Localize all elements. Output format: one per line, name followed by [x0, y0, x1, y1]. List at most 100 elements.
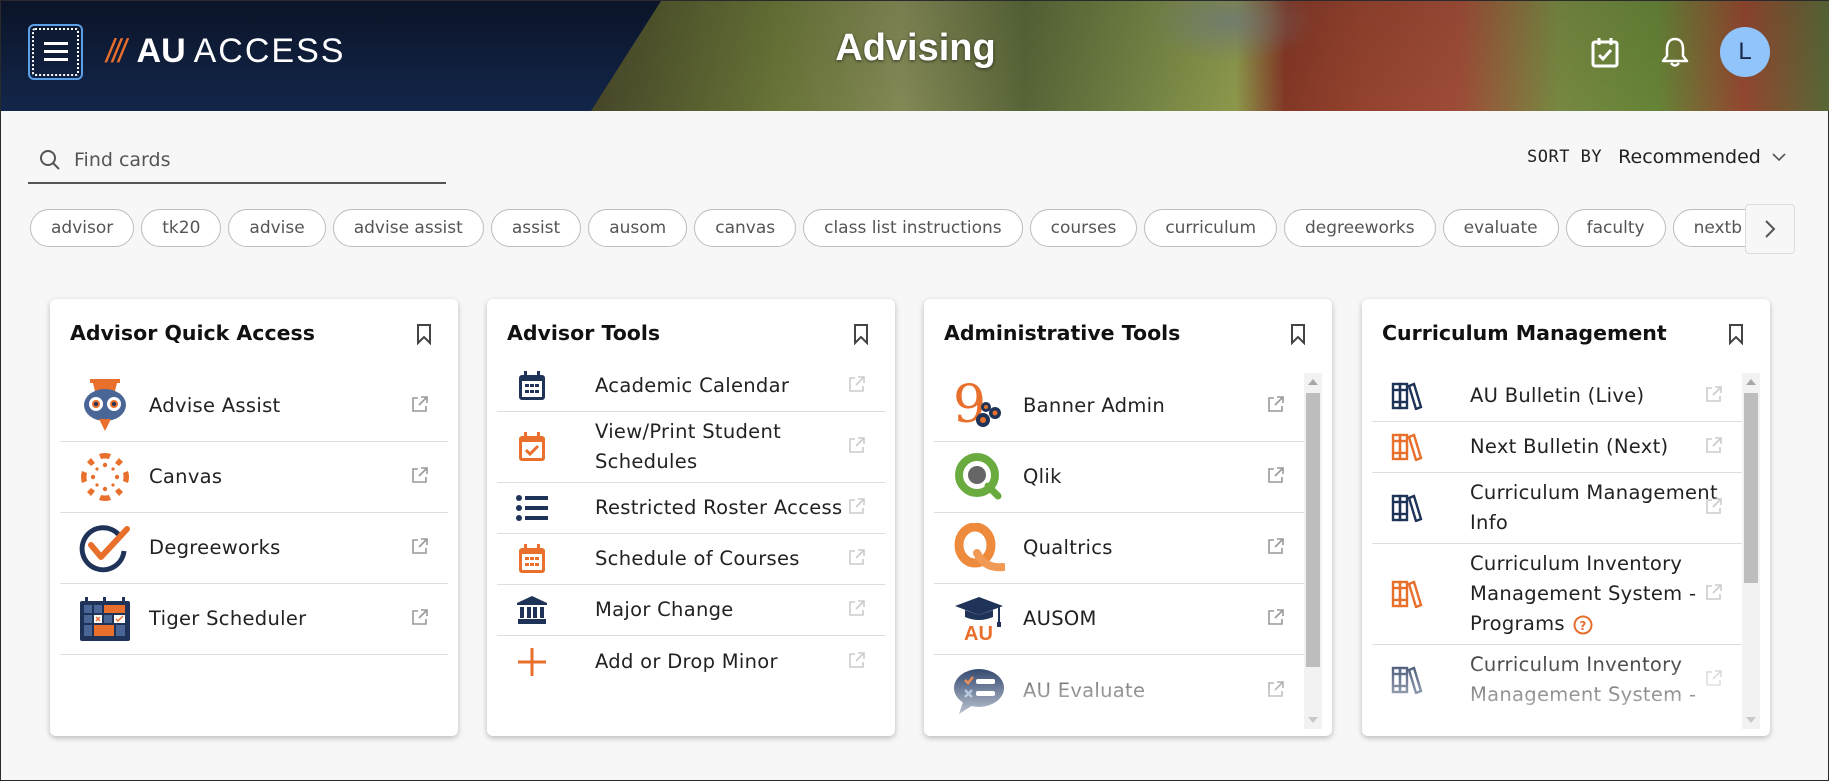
search-input[interactable]	[74, 149, 414, 171]
list-item[interactable]: Qualtrics	[934, 513, 1304, 584]
calendar-icon	[497, 544, 567, 574]
owl-icon	[75, 378, 135, 434]
tag-chip[interactable]: advise	[228, 209, 326, 247]
list-item[interactable]: Tiger Scheduler	[60, 584, 448, 655]
tag-chip[interactable]: curriculum	[1144, 209, 1278, 247]
card-curriculum-management: Curriculum Management AU Bulletin (Live)…	[1362, 299, 1770, 736]
list-item[interactable]: Curriculum Inventory Management System -	[1372, 645, 1742, 715]
list-icon	[497, 495, 567, 521]
tag-chip[interactable]: nextb	[1672, 209, 1745, 247]
tag-chip[interactable]: faculty	[1565, 209, 1666, 247]
item-label: Banner Admin	[1023, 394, 1166, 417]
tag-chip[interactable]: advise assist	[332, 209, 484, 247]
tag-chip[interactable]: canvas	[694, 209, 797, 247]
scroll-down-arrow[interactable]	[1308, 717, 1318, 723]
item-label: AUSOM	[1023, 607, 1097, 630]
external-link-icon	[1706, 670, 1722, 686]
calendar-check-icon	[1591, 38, 1619, 68]
tag-chip[interactable]: advisor	[30, 209, 135, 247]
external-link-icon	[1268, 467, 1284, 483]
list-item[interactable]: Canvas	[60, 442, 448, 513]
calendar-button[interactable]	[1588, 35, 1622, 69]
list-item[interactable]: AU Evaluate	[934, 655, 1304, 726]
list-item[interactable]: Schedule of Courses	[497, 534, 885, 585]
item-label: AU Evaluate	[1023, 678, 1146, 702]
tag-chip[interactable]: courses	[1029, 209, 1138, 247]
notifications-button[interactable]	[1658, 35, 1692, 69]
tag-chip[interactable]: tk20	[141, 209, 222, 247]
item-label: Add or Drop Minor	[595, 649, 778, 673]
list-item[interactable]: View/Print Student Schedules	[497, 412, 885, 483]
chevron-right-icon	[1765, 220, 1776, 238]
list-item[interactable]: Curriculum Inventory Management System -…	[1372, 544, 1742, 645]
list-item[interactable]: Major Change	[497, 585, 885, 636]
tags-scroll-next-button[interactable]	[1745, 204, 1795, 254]
external-link-icon	[849, 600, 865, 616]
scrollbar[interactable]	[1742, 373, 1760, 729]
card-advisor-quick-access: Advisor Quick Access Advise Assist Canva…	[50, 299, 458, 736]
list-item[interactable]: Academic Calendar	[497, 361, 885, 412]
tag-chip[interactable]: class list instructions	[803, 209, 1023, 247]
list-item[interactable]: Degreeworks	[60, 513, 448, 584]
list-item[interactable]: AU AUSOM	[934, 584, 1304, 655]
tag-filter-list: advisor tk20 advise advise assist assist auso…	[30, 209, 1745, 249]
tag-chip[interactable]: degreeworks	[1284, 209, 1436, 247]
card-link-list: 9 Banner Admin Qlik Qualtrics AU AUSOM A…	[934, 371, 1304, 726]
external-link-icon	[849, 376, 865, 392]
list-item[interactable]: 9 Banner Admin	[934, 371, 1304, 442]
qualtrics-icon	[949, 520, 1009, 576]
tag-chip[interactable]: assist	[490, 209, 582, 247]
tag-chip[interactable]: evaluate	[1442, 209, 1559, 247]
external-link-icon	[849, 498, 865, 514]
item-label: Qlik	[1023, 465, 1062, 488]
external-link-icon	[1706, 386, 1722, 402]
tag-chip[interactable]: ausom	[588, 209, 688, 247]
bookmark-icon[interactable]	[416, 323, 432, 345]
item-label: Curriculum Management Info	[1470, 481, 1718, 534]
sort-dropdown[interactable]: SORT BY Recommended	[1527, 146, 1787, 168]
external-link-icon	[1268, 396, 1284, 412]
search-field[interactable]	[28, 138, 446, 184]
help-icon[interactable]: ?	[1573, 615, 1593, 635]
list-item[interactable]: Add or Drop Minor	[497, 636, 885, 687]
scrollbar-thumb[interactable]	[1744, 393, 1758, 583]
list-item[interactable]: Advise Assist	[60, 371, 448, 442]
qlik-icon	[949, 449, 1009, 505]
page-title: Advising	[835, 27, 996, 69]
sort-value[interactable]: Recommended	[1618, 146, 1761, 168]
calendar-check-icon	[497, 432, 567, 462]
list-item[interactable]: Next Bulletin (Next)	[1372, 422, 1742, 473]
scrollbar[interactable]	[1304, 373, 1322, 729]
header: /// AU ACCESS Advising L	[1, 1, 1829, 111]
external-link-icon	[849, 651, 865, 668]
external-link-icon	[1706, 584, 1722, 600]
bookmark-icon[interactable]	[1728, 323, 1744, 345]
external-link-icon	[849, 437, 865, 453]
item-label: Academic Calendar	[595, 374, 790, 397]
bookmark-icon[interactable]	[1290, 323, 1306, 345]
svg-text:AU: AU	[964, 623, 993, 641]
list-item[interactable]: Qlik	[934, 442, 1304, 513]
card-title: Advisor Tools	[507, 321, 661, 345]
list-item[interactable]: Restricted Roster Access	[497, 483, 885, 534]
list-item[interactable]: Curriculum Management Info	[1372, 473, 1742, 544]
scroll-up-arrow[interactable]	[1746, 379, 1756, 385]
bookmark-icon[interactable]	[853, 323, 869, 345]
scroll-down-arrow[interactable]	[1746, 717, 1756, 723]
degreeworks-check-icon	[75, 520, 135, 576]
banner-icon: 9	[949, 378, 1009, 434]
item-label: Next Bulletin (Next)	[1470, 435, 1669, 458]
books-icon	[1372, 580, 1442, 608]
search-icon	[40, 150, 60, 170]
scroll-up-arrow[interactable]	[1308, 379, 1318, 385]
external-link-icon	[1706, 498, 1722, 514]
card-title: Administrative Tools	[944, 321, 1181, 345]
calendar-icon	[497, 371, 567, 401]
item-label: Major Change	[595, 598, 734, 621]
item-label: View/Print Student Schedules	[595, 420, 782, 473]
scrollbar-thumb[interactable]	[1306, 393, 1320, 667]
list-item[interactable]: AU Bulletin (Live)	[1372, 371, 1742, 422]
card-title: Curriculum Management	[1382, 321, 1667, 345]
user-avatar[interactable]: L	[1720, 27, 1770, 77]
external-link-icon	[1706, 437, 1722, 453]
